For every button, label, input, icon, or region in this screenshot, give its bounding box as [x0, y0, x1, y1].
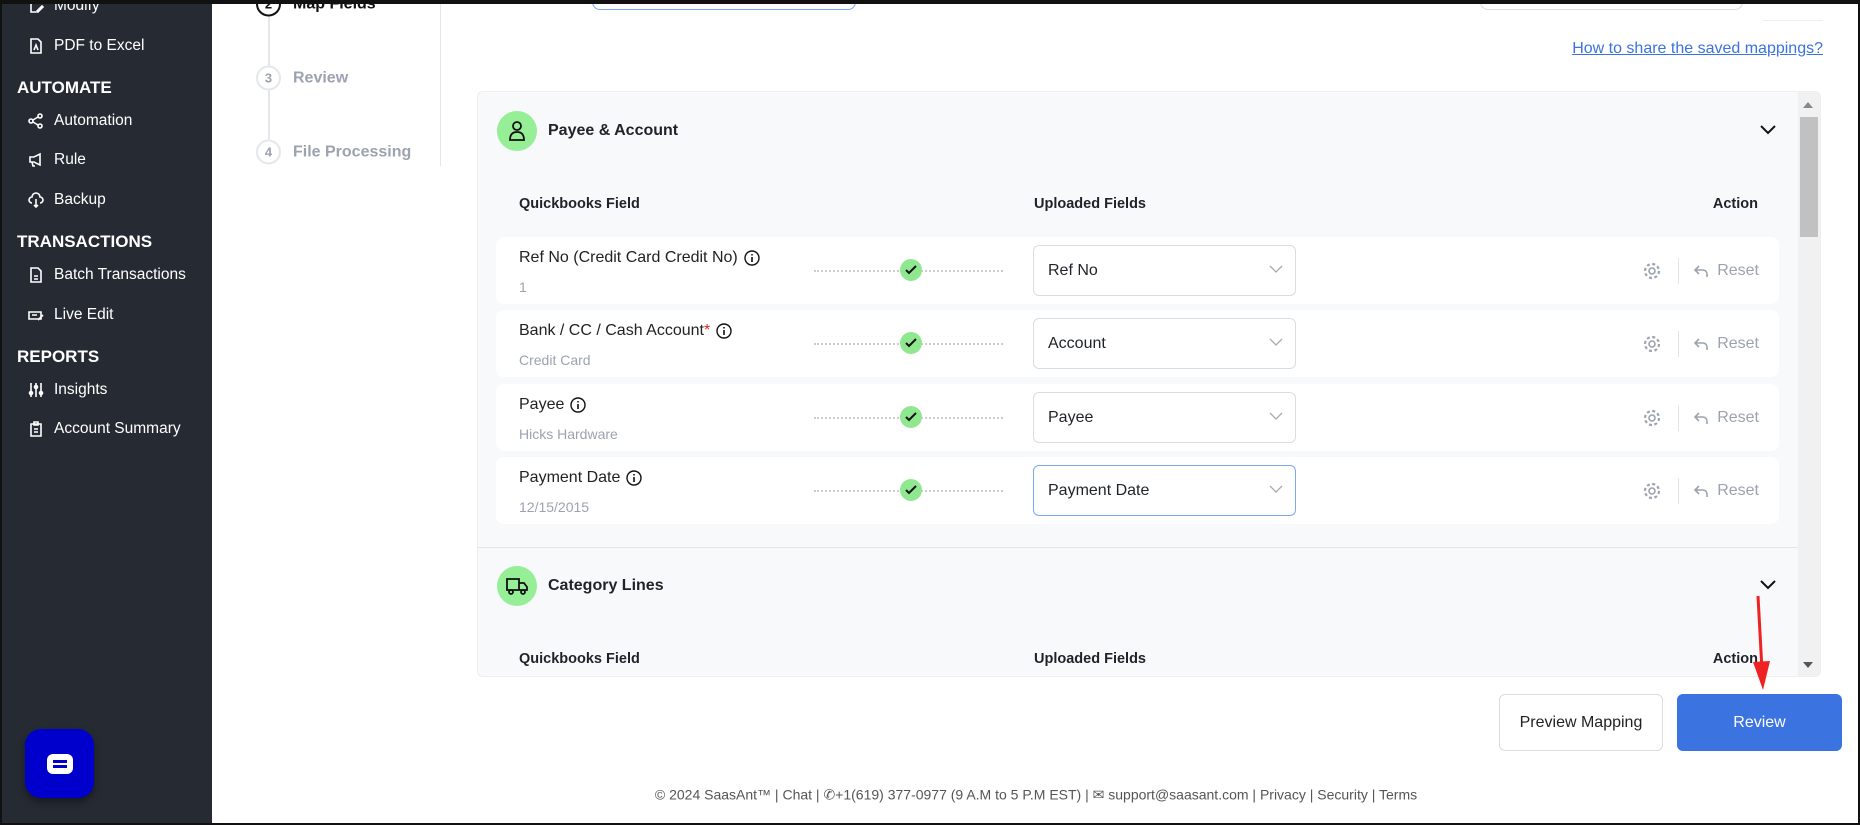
cloud-download-icon [28, 192, 44, 208]
info-icon[interactable] [744, 250, 760, 266]
sidebar-item-automation[interactable]: Automation [28, 112, 132, 130]
pdf-icon [30, 38, 42, 54]
sidebar-item-batch-transactions[interactable]: Batch Transactions [28, 266, 186, 284]
divider [1678, 330, 1680, 357]
mapping-row: Payment Date 12/15/2015 Payment Date Res… [496, 457, 1779, 524]
sidebar-item-account-summary[interactable]: Account Summary [28, 420, 181, 438]
chat-widget-button[interactable] [25, 729, 94, 798]
chevron-down-icon [1269, 338, 1283, 346]
gear-icon[interactable] [1642, 408, 1662, 428]
section-header-reports: REPORTS [17, 347, 100, 366]
chevron-down-icon[interactable] [1759, 124, 1777, 136]
mapping-panel: Payee & Account Quickbooks Field Uploade… [477, 91, 1821, 677]
divider [440, 0, 441, 166]
sidebar-item-insights[interactable]: Insights [28, 381, 107, 399]
check-icon [900, 406, 922, 428]
check-icon [900, 332, 922, 354]
field-name: Payee [519, 396, 587, 414]
uploaded-field-select[interactable]: Payee [1033, 392, 1296, 443]
undo-icon [1694, 484, 1709, 497]
chevron-down-icon [1269, 412, 1283, 420]
chevron-down-icon [1269, 265, 1283, 273]
gear-icon[interactable] [1642, 334, 1662, 354]
column-header-action: Action [1712, 196, 1758, 212]
uploaded-field-select[interactable]: Account [1033, 318, 1296, 369]
section-header-automate: AUTOMATE [17, 78, 112, 97]
reset-button[interactable]: Reset [1693, 482, 1759, 500]
uploaded-field-select[interactable]: Payment Date [1033, 465, 1296, 516]
sample-value: 12/15/2015 [519, 499, 590, 515]
annotation-arrow [1753, 595, 1770, 690]
chevron-down-icon [1269, 485, 1283, 493]
divider [1678, 404, 1680, 431]
scroll-up-arrow[interactable] [1803, 102, 1813, 108]
uploaded-field-select[interactable]: Ref No [1033, 245, 1296, 296]
field-name: Bank / CC / Cash Account * [519, 322, 732, 340]
sliders-icon [28, 383, 44, 397]
help-link-share-mappings[interactable]: How to share the saved mappings? [1572, 40, 1823, 58]
info-icon[interactable] [570, 397, 587, 413]
reset-button[interactable]: Reset [1693, 409, 1759, 427]
top-input[interactable] [592, 0, 856, 10]
mapping-row: Bank / CC / Cash Account * Credit Card Ac… [496, 310, 1779, 377]
step-review[interactable]: 3 Review [256, 65, 348, 91]
check-icon [900, 479, 922, 501]
sidebar-item-backup[interactable]: Backup [28, 191, 106, 209]
divider [1763, 20, 1823, 21]
gear-icon[interactable] [1642, 481, 1662, 501]
user-icon [497, 111, 537, 151]
sidebar-item-live-edit[interactable]: Live Edit [28, 306, 113, 324]
reset-button[interactable]: Reset [1693, 262, 1759, 280]
check-icon [900, 259, 922, 281]
column-header-quickbooks-field: Quickbooks Field [519, 196, 640, 212]
share-nodes-icon [28, 113, 43, 129]
modify-icon [30, 0, 44, 13]
column-header-quickbooks-field: Quickbooks Field [519, 651, 640, 667]
review-button[interactable]: Review [1677, 694, 1842, 751]
divider [1678, 477, 1680, 504]
gear-icon[interactable] [1642, 261, 1662, 281]
section-title: Category Lines [548, 577, 664, 594]
section-header-transactions: TRANSACTIONS [17, 232, 153, 251]
top-dropdown[interactable] [1480, 0, 1743, 10]
mapping-row: Ref No (Credit Card Credit No) 1 Ref No … [496, 237, 1779, 304]
info-icon[interactable] [716, 323, 732, 339]
step-file-processing[interactable]: 4 File Processing [256, 139, 411, 165]
field-name: Payment Date [519, 469, 643, 487]
undo-icon [1694, 264, 1709, 277]
preview-mapping-button[interactable]: Preview Mapping [1499, 694, 1663, 751]
column-header-uploaded-fields: Uploaded Fields [1034, 196, 1146, 212]
document-icon [30, 267, 42, 283]
field-name: Ref No (Credit Card Credit No) [519, 249, 760, 267]
reset-button[interactable]: Reset [1693, 335, 1759, 353]
sidebar-item-modify[interactable]: Modify [28, 0, 100, 15]
scrollbar[interactable] [1798, 92, 1820, 676]
undo-icon [1694, 411, 1709, 424]
column-header-uploaded-fields: Uploaded Fields [1034, 651, 1146, 667]
undo-icon [1694, 337, 1709, 350]
sidebar-item-pdf-to-excel[interactable]: PDF to Excel [28, 37, 144, 55]
edit-icon [28, 311, 44, 321]
info-icon[interactable] [626, 470, 643, 486]
footer: © 2024 SaasAnt™ | Chat | ✆+1(619) 377-09… [654, 786, 1418, 803]
sample-value: Credit Card [519, 352, 591, 368]
truck-icon [497, 566, 537, 606]
chat-icon [46, 753, 73, 774]
sample-value: 1 [519, 279, 527, 295]
step-map-fields[interactable]: 2 Map Fields [256, 0, 376, 17]
mapping-row: Payee Hicks Hardware Payee Reset [496, 384, 1779, 451]
divider [1678, 257, 1680, 284]
sidebar: Modify PDF to Excel AUTOMATE Automation … [0, 0, 212, 825]
required-mark: * [703, 322, 711, 339]
section-divider [478, 547, 1799, 548]
megaphone-icon [29, 152, 41, 167]
clipboard-icon [30, 421, 42, 437]
section-title: Payee & Account [548, 122, 679, 139]
sample-value: Hicks Hardware [519, 426, 618, 442]
scroll-down-arrow[interactable] [1803, 662, 1813, 668]
sidebar-item-rule[interactable]: Rule [28, 151, 86, 169]
scrollbar-thumb[interactable] [1800, 117, 1818, 237]
